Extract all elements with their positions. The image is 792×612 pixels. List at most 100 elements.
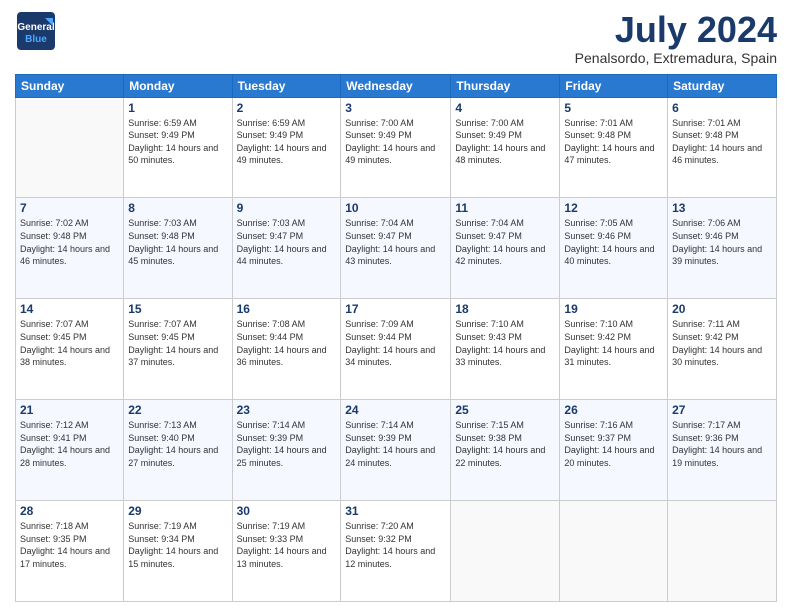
location: Penalsordo, Extremadura, Spain — [575, 50, 777, 66]
day-number: 9 — [237, 201, 337, 215]
sunset-text: Sunset: 9:47 PM — [345, 231, 412, 241]
svg-text:Blue: Blue — [25, 34, 47, 45]
sunset-text: Sunset: 9:46 PM — [672, 231, 739, 241]
sunrise-text: Sunrise: 7:19 AM — [128, 521, 197, 531]
sunrise-text: Sunrise: 6:59 AM — [237, 118, 306, 128]
day-number: 15 — [128, 302, 227, 316]
header-thursday: Thursday — [451, 74, 560, 97]
table-row: 3 Sunrise: 7:00 AM Sunset: 9:49 PM Dayli… — [341, 97, 451, 198]
header: General Blue July 2024 Penalsordo, Extre… — [15, 10, 777, 66]
sunrise-text: Sunrise: 7:03 AM — [237, 218, 306, 228]
table-row: 23 Sunrise: 7:14 AM Sunset: 9:39 PM Dayl… — [232, 400, 341, 501]
table-row: 27 Sunrise: 7:17 AM Sunset: 9:36 PM Dayl… — [668, 400, 777, 501]
table-row: 5 Sunrise: 7:01 AM Sunset: 9:48 PM Dayli… — [560, 97, 668, 198]
daylight-text: Daylight: 14 hours and 37 minutes. — [128, 345, 218, 368]
day-info: Sunrise: 7:10 AM Sunset: 9:42 PM Dayligh… — [564, 318, 663, 368]
sunrise-text: Sunrise: 7:06 AM — [672, 218, 741, 228]
sunset-text: Sunset: 9:34 PM — [128, 534, 195, 544]
day-info: Sunrise: 7:11 AM Sunset: 9:42 PM Dayligh… — [672, 318, 772, 368]
table-row: 21 Sunrise: 7:12 AM Sunset: 9:41 PM Dayl… — [16, 400, 124, 501]
daylight-text: Daylight: 14 hours and 49 minutes. — [237, 143, 327, 166]
header-saturday: Saturday — [668, 74, 777, 97]
sunset-text: Sunset: 9:39 PM — [237, 433, 304, 443]
table-row: 25 Sunrise: 7:15 AM Sunset: 9:38 PM Dayl… — [451, 400, 560, 501]
daylight-text: Daylight: 14 hours and 31 minutes. — [564, 345, 654, 368]
table-row: 1 Sunrise: 6:59 AM Sunset: 9:49 PM Dayli… — [124, 97, 232, 198]
sunset-text: Sunset: 9:43 PM — [455, 332, 522, 342]
daylight-text: Daylight: 14 hours and 33 minutes. — [455, 345, 545, 368]
sunrise-text: Sunrise: 7:11 AM — [672, 319, 740, 329]
day-number: 29 — [128, 504, 227, 518]
daylight-text: Daylight: 14 hours and 36 minutes. — [237, 345, 327, 368]
daylight-text: Daylight: 14 hours and 46 minutes. — [672, 143, 762, 166]
daylight-text: Daylight: 14 hours and 20 minutes. — [564, 445, 654, 468]
day-number: 7 — [20, 201, 119, 215]
day-number: 19 — [564, 302, 663, 316]
table-row: 8 Sunrise: 7:03 AM Sunset: 9:48 PM Dayli… — [124, 198, 232, 299]
day-number: 8 — [128, 201, 227, 215]
daylight-text: Daylight: 14 hours and 22 minutes. — [455, 445, 545, 468]
day-number: 27 — [672, 403, 772, 417]
day-number: 28 — [20, 504, 119, 518]
daylight-text: Daylight: 14 hours and 30 minutes. — [672, 345, 762, 368]
table-row: 28 Sunrise: 7:18 AM Sunset: 9:35 PM Dayl… — [16, 501, 124, 602]
daylight-text: Daylight: 14 hours and 27 minutes. — [128, 445, 218, 468]
sunrise-text: Sunrise: 7:10 AM — [564, 319, 633, 329]
day-number: 20 — [672, 302, 772, 316]
table-row: 4 Sunrise: 7:00 AM Sunset: 9:49 PM Dayli… — [451, 97, 560, 198]
sunrise-text: Sunrise: 7:14 AM — [237, 420, 306, 430]
table-row: 13 Sunrise: 7:06 AM Sunset: 9:46 PM Dayl… — [668, 198, 777, 299]
day-number: 22 — [128, 403, 227, 417]
day-number: 30 — [237, 504, 337, 518]
day-info: Sunrise: 7:14 AM Sunset: 9:39 PM Dayligh… — [345, 419, 446, 469]
daylight-text: Daylight: 14 hours and 13 minutes. — [237, 546, 327, 569]
day-number: 14 — [20, 302, 119, 316]
day-info: Sunrise: 7:03 AM Sunset: 9:47 PM Dayligh… — [237, 217, 337, 267]
table-row: 6 Sunrise: 7:01 AM Sunset: 9:48 PM Dayli… — [668, 97, 777, 198]
sunset-text: Sunset: 9:39 PM — [345, 433, 412, 443]
sunset-text: Sunset: 9:48 PM — [564, 130, 631, 140]
day-info: Sunrise: 7:18 AM Sunset: 9:35 PM Dayligh… — [20, 520, 119, 570]
daylight-text: Daylight: 14 hours and 43 minutes. — [345, 244, 435, 267]
sunset-text: Sunset: 9:47 PM — [237, 231, 304, 241]
calendar-week-row: 14 Sunrise: 7:07 AM Sunset: 9:45 PM Dayl… — [16, 299, 777, 400]
day-info: Sunrise: 7:19 AM Sunset: 9:34 PM Dayligh… — [128, 520, 227, 570]
daylight-text: Daylight: 14 hours and 46 minutes. — [20, 244, 110, 267]
table-row: 15 Sunrise: 7:07 AM Sunset: 9:45 PM Dayl… — [124, 299, 232, 400]
day-info: Sunrise: 7:05 AM Sunset: 9:46 PM Dayligh… — [564, 217, 663, 267]
sunrise-text: Sunrise: 7:04 AM — [455, 218, 524, 228]
day-info: Sunrise: 7:04 AM Sunset: 9:47 PM Dayligh… — [345, 217, 446, 267]
day-info: Sunrise: 7:19 AM Sunset: 9:33 PM Dayligh… — [237, 520, 337, 570]
table-row: 17 Sunrise: 7:09 AM Sunset: 9:44 PM Dayl… — [341, 299, 451, 400]
day-info: Sunrise: 7:07 AM Sunset: 9:45 PM Dayligh… — [128, 318, 227, 368]
day-number: 12 — [564, 201, 663, 215]
header-sunday: Sunday — [16, 74, 124, 97]
sunset-text: Sunset: 9:40 PM — [128, 433, 195, 443]
daylight-text: Daylight: 14 hours and 28 minutes. — [20, 445, 110, 468]
day-number: 16 — [237, 302, 337, 316]
sunset-text: Sunset: 9:38 PM — [455, 433, 522, 443]
day-info: Sunrise: 6:59 AM Sunset: 9:49 PM Dayligh… — [128, 117, 227, 167]
sunrise-text: Sunrise: 7:13 AM — [128, 420, 197, 430]
sunrise-text: Sunrise: 7:16 AM — [564, 420, 633, 430]
daylight-text: Daylight: 14 hours and 15 minutes. — [128, 546, 218, 569]
sunset-text: Sunset: 9:33 PM — [237, 534, 304, 544]
sunset-text: Sunset: 9:35 PM — [20, 534, 87, 544]
calendar-table: Sunday Monday Tuesday Wednesday Thursday… — [15, 74, 777, 602]
sunrise-text: Sunrise: 7:00 AM — [455, 118, 524, 128]
daylight-text: Daylight: 14 hours and 50 minutes. — [128, 143, 218, 166]
sunrise-text: Sunrise: 7:18 AM — [20, 521, 89, 531]
sunrise-text: Sunrise: 7:17 AM — [672, 420, 741, 430]
day-number: 6 — [672, 101, 772, 115]
sunrise-text: Sunrise: 6:59 AM — [128, 118, 197, 128]
day-info: Sunrise: 7:14 AM Sunset: 9:39 PM Dayligh… — [237, 419, 337, 469]
logo: General Blue — [15, 10, 57, 57]
day-info: Sunrise: 7:17 AM Sunset: 9:36 PM Dayligh… — [672, 419, 772, 469]
day-number: 26 — [564, 403, 663, 417]
day-info: Sunrise: 7:09 AM Sunset: 9:44 PM Dayligh… — [345, 318, 446, 368]
sunrise-text: Sunrise: 7:05 AM — [564, 218, 633, 228]
day-info: Sunrise: 7:10 AM Sunset: 9:43 PM Dayligh… — [455, 318, 555, 368]
table-row: 24 Sunrise: 7:14 AM Sunset: 9:39 PM Dayl… — [341, 400, 451, 501]
header-friday: Friday — [560, 74, 668, 97]
table-row: 20 Sunrise: 7:11 AM Sunset: 9:42 PM Dayl… — [668, 299, 777, 400]
